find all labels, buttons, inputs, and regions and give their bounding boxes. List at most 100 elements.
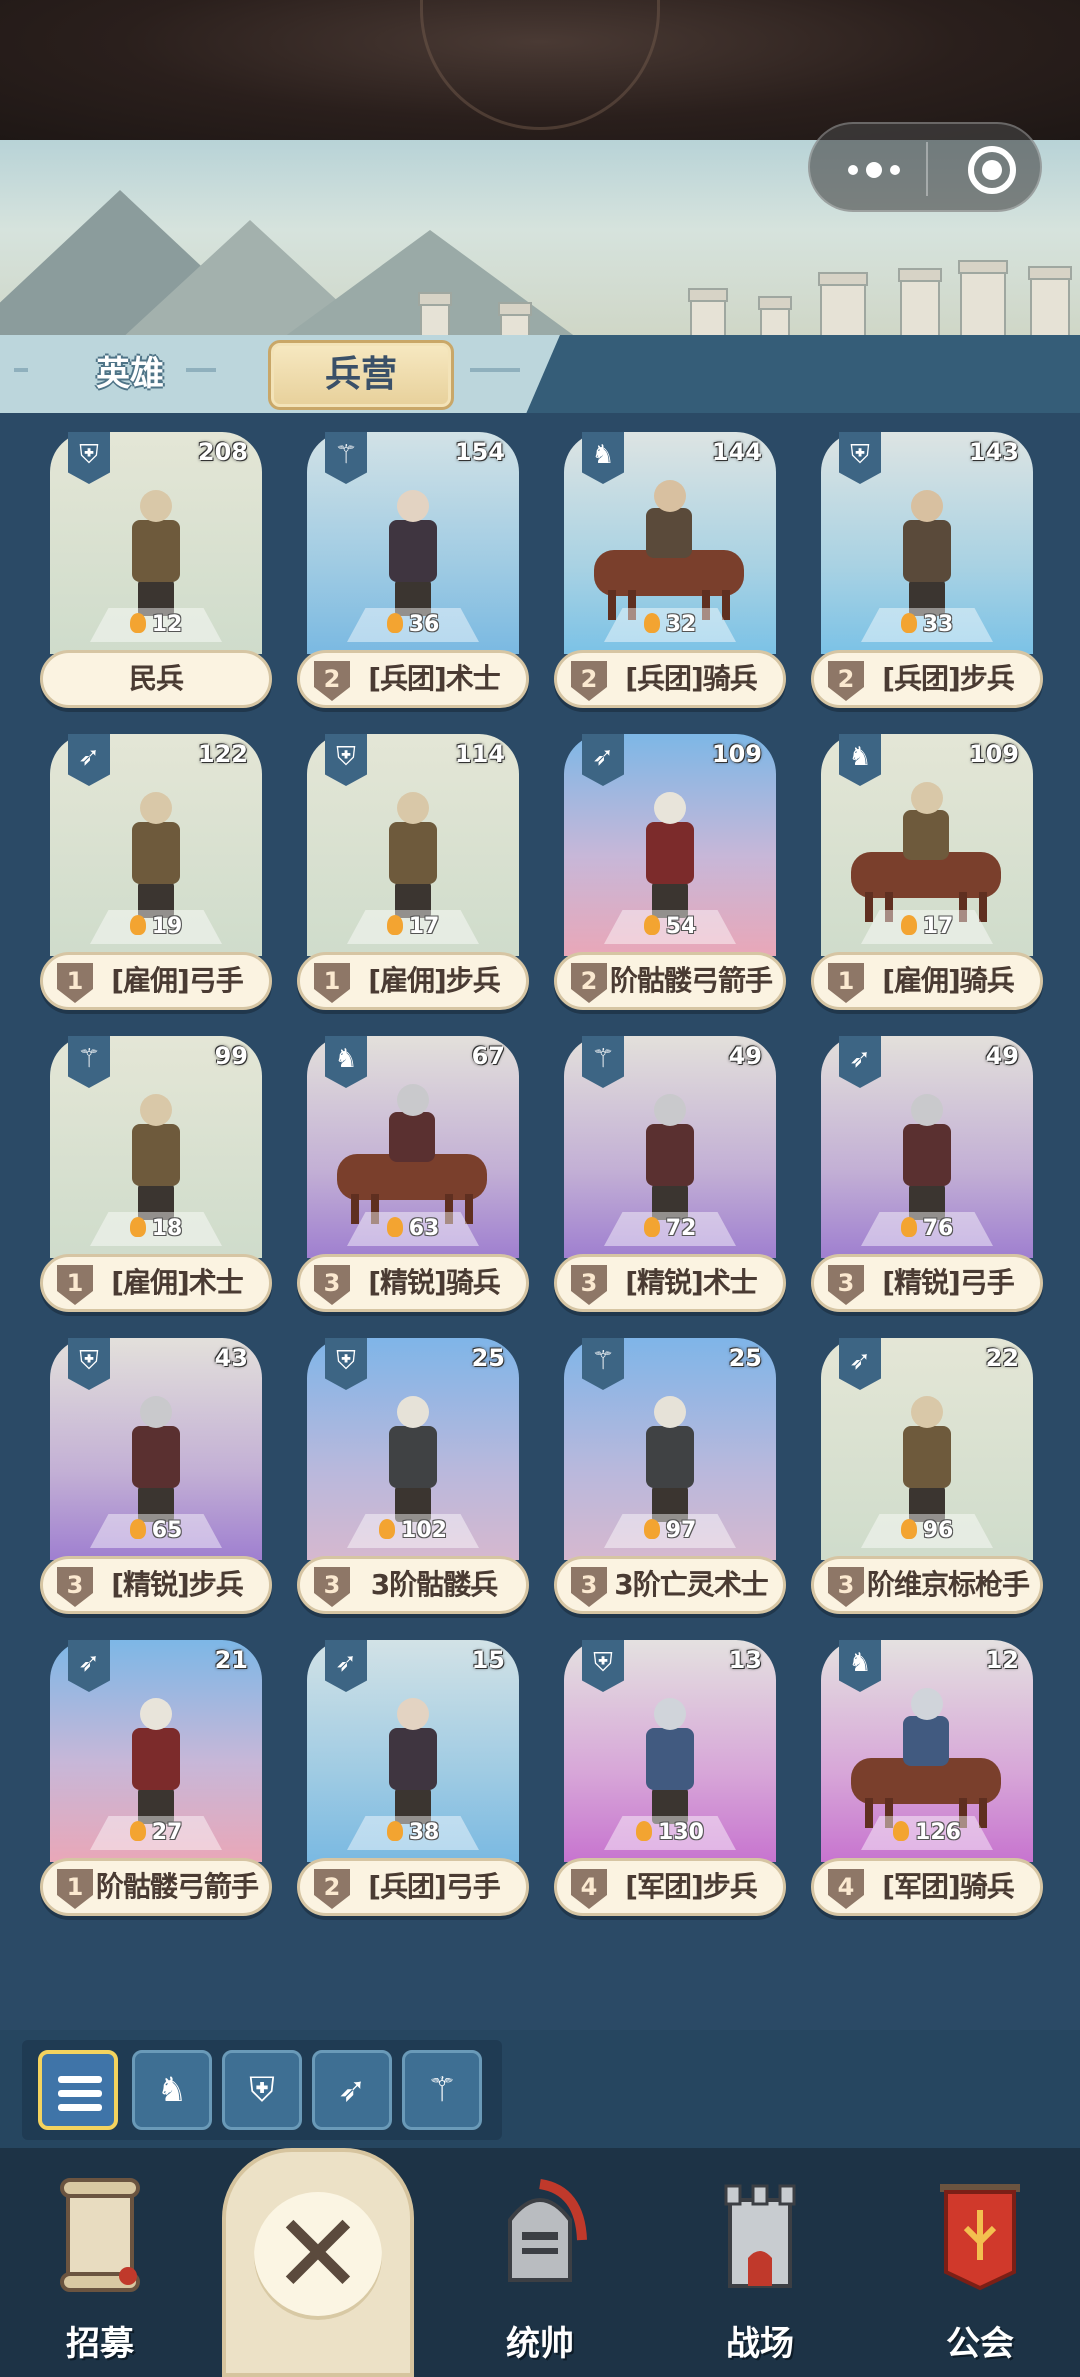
filter-archer-button[interactable]: ➶ [312, 2050, 392, 2130]
tier-badge: 1 [314, 963, 350, 1003]
unit-power: 33 [871, 608, 983, 642]
unit-figure [327, 1084, 499, 1224]
unit-card[interactable]: 130 13 ⛨ 4 [军团]步兵 [554, 1640, 786, 1922]
unit-power: 130 [614, 1816, 726, 1850]
unit-count: 154 [454, 438, 505, 466]
flame-icon [129, 1217, 146, 1237]
unit-card[interactable]: 97 25 ⚚ 3 3阶亡灵术士 [554, 1338, 786, 1620]
flame-icon [379, 1519, 396, 1539]
unit-card[interactable]: 18 99 ⚚ 1 [雇佣]术士 [40, 1036, 272, 1318]
unit-name-plate: 1 阶骷髅弓箭手 [40, 1858, 272, 1916]
unit-power-value: 63 [408, 1216, 440, 1241]
unit-power: 27 [100, 1816, 212, 1850]
unit-card[interactable]: 102 25 ⛨ 3 3阶骷髅兵 [297, 1338, 529, 1620]
unit-card[interactable]: 17 109 ♞ 1 [雇佣]骑兵 [811, 734, 1043, 1016]
target-icon[interactable] [968, 146, 1016, 194]
unit-power-value: 97 [665, 1518, 697, 1543]
unit-name: [兵团]弓手 [368, 1870, 501, 1903]
filter-infantry-button[interactable]: ⛨ [222, 2050, 302, 2130]
unit-power-value: 96 [922, 1518, 954, 1543]
unit-name: [精锐]弓手 [882, 1266, 1015, 1299]
nav-guild-label: 公会 [946, 2324, 1014, 2364]
unit-name-plate: 2 阶骷髅弓箭手 [554, 952, 786, 1010]
nav-commander[interactable]: 统帅 [450, 2160, 630, 2377]
unit-figure [624, 1386, 716, 1526]
unit-card[interactable]: 126 12 ♞ 4 [军团]骑兵 [811, 1640, 1043, 1922]
unit-card[interactable]: 65 43 ⛨ 3 [精锐]步兵 [40, 1338, 272, 1620]
tier-badge: 3 [314, 1265, 350, 1305]
unit-card[interactable]: 63 67 ♞ 3 [精锐]骑兵 [297, 1036, 529, 1318]
flame-icon [900, 1217, 917, 1237]
unit-figure [367, 1688, 459, 1828]
flame-icon [893, 1821, 910, 1841]
filter-cavalry-button[interactable]: ♞ [132, 2050, 212, 2130]
unit-name-plate: 3 [精锐]弓手 [811, 1254, 1043, 1312]
unit-figure [881, 480, 973, 620]
unit-power: 17 [357, 910, 469, 944]
unit-card[interactable]: 12 208 ⛨ 民兵 [40, 432, 272, 714]
nav-battlefield[interactable]: 战场 [670, 2160, 850, 2377]
unit-card[interactable]: 32 144 ♞ 2 [兵团]骑兵 [554, 432, 786, 714]
unit-card[interactable]: 33 143 ⛨ 2 [兵团]步兵 [811, 432, 1043, 714]
unit-name-plate: 3 [精锐]步兵 [40, 1556, 272, 1614]
emblem-decoration [420, 0, 660, 130]
unit-count: 25 [471, 1344, 505, 1372]
unit-name: [兵团]骑兵 [625, 662, 758, 695]
unit-name: [精锐]骑兵 [368, 1266, 501, 1299]
unit-name-plate: 3 [精锐]骑兵 [297, 1254, 529, 1312]
unit-card[interactable]: 36 154 ⚚ 2 [兵团]术士 [297, 432, 529, 714]
unit-power-value: 19 [151, 914, 183, 939]
nav-commander-label: 统帅 [506, 2324, 574, 2364]
unit-power: 76 [871, 1212, 983, 1246]
tier-badge: 3 [57, 1567, 93, 1607]
unit-figure [881, 1084, 973, 1224]
unit-name: [军团]骑兵 [882, 1870, 1015, 1903]
tab-hero[interactable]: 英雄 [20, 342, 240, 406]
unit-card[interactable]: 76 49 ➶ 3 [精锐]弓手 [811, 1036, 1043, 1318]
unit-count: 22 [985, 1344, 1019, 1372]
unit-figure [367, 1386, 459, 1526]
flame-icon [900, 613, 917, 633]
filter-mage-button[interactable]: ⚚ [402, 2050, 482, 2130]
unit-count: 143 [968, 438, 1019, 466]
unit-power-value: 76 [922, 1216, 954, 1241]
more-dots-icon[interactable] [848, 162, 900, 178]
tab-barracks[interactable]: 兵营 [268, 340, 454, 410]
unit-count: 208 [197, 438, 248, 466]
unit-power: 12 [100, 608, 212, 642]
unit-name: 3阶亡灵术士 [614, 1568, 768, 1601]
tier-badge: 3 [828, 1567, 864, 1607]
unit-power: 72 [614, 1212, 726, 1246]
unit-power: 54 [614, 910, 726, 944]
flame-icon [386, 915, 403, 935]
unit-figure [110, 1386, 202, 1526]
unit-card[interactable]: 38 15 ➶ 2 [兵团]弓手 [297, 1640, 529, 1922]
close-icon[interactable]: ✕ [254, 2192, 382, 2320]
unit-card[interactable]: 72 49 ⚚ 3 [精锐]术士 [554, 1036, 786, 1318]
unit-figure [584, 480, 756, 620]
unit-name: 民兵 [128, 662, 184, 695]
unit-name-plate: 4 [军团]骑兵 [811, 1858, 1043, 1916]
filter-all-button[interactable] [38, 2050, 118, 2130]
unit-power: 19 [100, 910, 212, 944]
nav-battlefield-label: 战场 [726, 2324, 794, 2364]
unit-name: [兵团]术士 [368, 662, 501, 695]
unit-card[interactable]: 17 114 ⛨ 1 [雇佣]步兵 [297, 734, 529, 1016]
unit-name-plate: 1 [雇佣]骑兵 [811, 952, 1043, 1010]
unit-name-plate: 2 [兵团]术士 [297, 650, 529, 708]
nav-recruit[interactable]: 招募 [10, 2160, 190, 2377]
unit-figure [841, 1688, 1013, 1828]
flame-icon [129, 915, 146, 935]
tier-badge: 2 [828, 661, 864, 701]
unit-name: 阶骷髅弓箭手 [609, 964, 773, 997]
nav-recruit-label: 招募 [66, 2324, 134, 2364]
flame-icon [643, 1519, 660, 1539]
unit-card[interactable]: 54 109 ➶ 2 阶骷髅弓箭手 [554, 734, 786, 1016]
unit-card[interactable]: 96 22 ➶ 3 阶维京标枪手 [811, 1338, 1043, 1620]
unit-card[interactable]: 19 122 ➶ 1 [雇佣]弓手 [40, 734, 272, 1016]
unit-card[interactable]: 27 21 ➶ 1 阶骷髅弓箭手 [40, 1640, 272, 1922]
flame-icon [643, 915, 660, 935]
tier-badge: 1 [828, 963, 864, 1003]
nav-guild[interactable]: 公会 [890, 2160, 1070, 2377]
unit-power: 65 [100, 1514, 212, 1548]
